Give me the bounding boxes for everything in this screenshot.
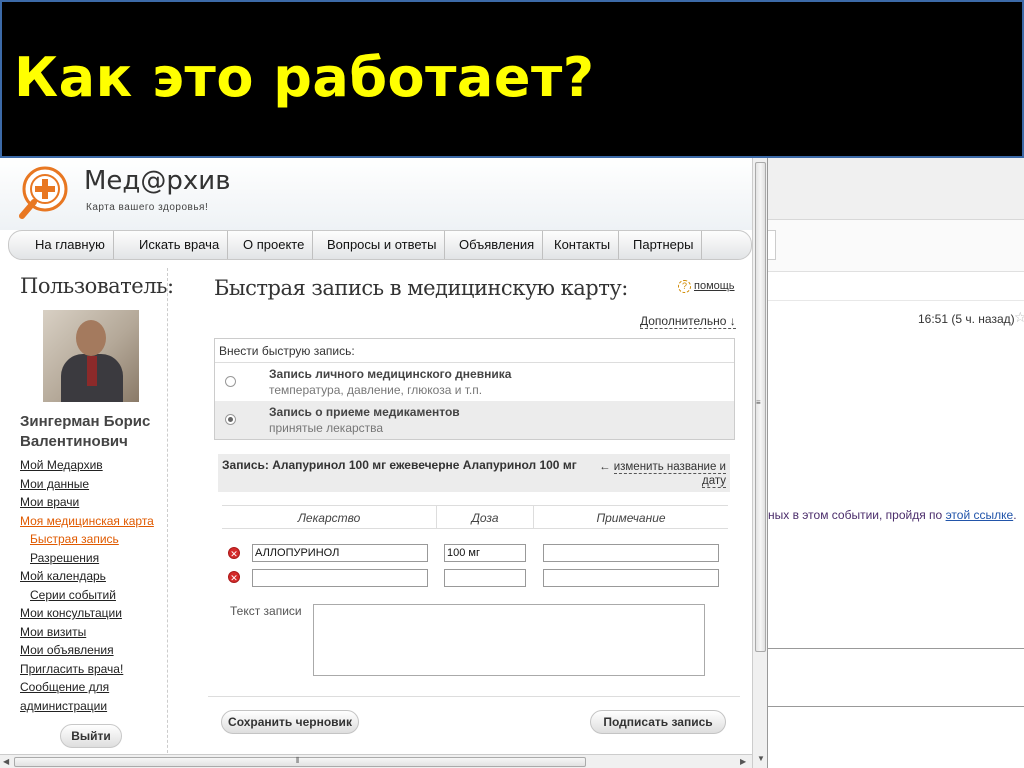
sidebar-item[interactable]: Быстрая запись (20, 530, 165, 549)
option-desc: принятые лекарства (269, 421, 384, 435)
sidebar-item[interactable]: Серии событий (20, 586, 165, 605)
divider (768, 300, 1024, 301)
avatar-head (76, 320, 106, 356)
horizontal-scrollbar[interactable]: ◀ ⦀ ▶ (0, 754, 752, 768)
dose-input[interactable] (444, 569, 526, 587)
slide-title-bar: Как это работает? (0, 0, 1024, 158)
dose-input[interactable] (444, 544, 526, 562)
magnifier-plus-icon[interactable] (18, 166, 72, 220)
sidebar-item[interactable]: Мои консультации (20, 604, 165, 623)
sidebar-item[interactable]: Мой Медархив (20, 456, 165, 475)
option-diary[interactable]: Запись личного медицинского дневника тем… (215, 363, 734, 401)
background-tabbar (768, 220, 1024, 272)
change-title-link[interactable]: ← изменить название и дату (586, 460, 726, 488)
scroll-thumb[interactable] (14, 757, 586, 767)
note-input[interactable] (543, 569, 719, 587)
avatar (43, 310, 139, 402)
help-link[interactable]: ? помощь (678, 280, 735, 293)
help-icon: ? (678, 280, 691, 293)
site-header: Мед@рхив Карта вашего здоровья! (0, 158, 752, 230)
divider (208, 696, 740, 697)
star-icon[interactable]: ☆ (1014, 309, 1024, 326)
option-title: Запись личного медицинского дневника (269, 367, 512, 381)
nav-ads[interactable]: Объявления (451, 231, 544, 259)
change-arrow: ← (599, 461, 611, 473)
medarchive-page: Мед@рхив Карта вашего здоровья! На главн… (0, 158, 768, 768)
message-link[interactable]: этой ссылке (946, 508, 1014, 522)
grip-icon: ≡ (756, 398, 761, 407)
sign-entry-button[interactable]: Подписать запись (590, 710, 726, 734)
sidebar-item[interactable]: Пригласить врача! (20, 660, 165, 679)
drug-input[interactable] (252, 544, 428, 562)
avatar-tie (87, 356, 97, 386)
col-dose: Доза (437, 505, 533, 529)
nav-partners[interactable]: Партнеры (625, 231, 703, 259)
sidebar-item[interactable]: Мои визиты (20, 623, 165, 642)
background-toolbar (768, 158, 1024, 220)
nav-find-doctor[interactable]: Искать врача (131, 231, 229, 259)
save-draft-button[interactable]: Сохранить черновик (221, 710, 359, 734)
sidebar-item[interactable]: Мои врачи (20, 493, 165, 512)
sidebar-item[interactable]: Мой календарь (20, 567, 165, 586)
option-title: Запись о приеме медикаментов (269, 405, 460, 419)
background-window: 16:51 (5 ч. назад) ☆ ных в этом событии,… (768, 158, 1024, 768)
site-tagline: Карта вашего здоровья! (86, 202, 209, 213)
vertical-scrollbar[interactable]: ≡ ▼ (752, 158, 767, 768)
help-label: помощь (694, 280, 735, 292)
nav-home[interactable]: На главную (27, 231, 114, 259)
background-tab[interactable] (768, 230, 776, 260)
change-link-label: изменить название и дату (613, 461, 726, 488)
delete-row-icon[interactable]: ✕ (228, 547, 240, 559)
scroll-left-icon[interactable]: ◀ (3, 757, 9, 766)
main-content: Быстрая запись в медицинскую карту: ? пом… (168, 268, 752, 768)
radio-medication[interactable] (225, 414, 236, 425)
slide-title: Как это работает? (14, 46, 595, 109)
more-toggle[interactable]: Дополнительно ↓ (640, 314, 736, 329)
nav-contacts[interactable]: Контакты (546, 231, 620, 259)
main-nav: На главную Искать врача О проекте Вопрос… (8, 230, 752, 260)
delete-row-icon[interactable]: ✕ (228, 571, 240, 583)
logout-button[interactable]: Выйти (60, 724, 122, 748)
message-text: ных в этом событии, пройдя по (768, 508, 943, 522)
sidebar-heading: Пользователь: (20, 274, 174, 298)
quick-entry-box: Внести быструю запись: Запись личного ме… (214, 338, 735, 440)
sidebar: Пользователь: Зингерман Борис Валентинов… (0, 268, 174, 768)
option-medication[interactable]: Запись о приеме медикаментов принятые ле… (215, 401, 734, 439)
background-message: ных в этом событии, пройдя по этой ссылк… (768, 508, 1017, 522)
note-input[interactable] (543, 544, 719, 562)
sidebar-item[interactable]: Моя медицинская карта (20, 512, 165, 531)
sidebar-item[interactable]: Разрешения (20, 549, 165, 568)
entry-title: Запись: Алапуринол 100 мг ежевечерне Ала… (222, 458, 577, 472)
scroll-right-icon[interactable]: ▶ (740, 757, 746, 766)
sidebar-item[interactable]: Мои объявления (20, 641, 165, 660)
grip-icon: ⦀ (296, 756, 300, 765)
scroll-down-icon[interactable]: ▼ (757, 754, 765, 763)
divider (768, 648, 1024, 649)
col-note: Примечание (534, 505, 728, 529)
message-suffix: . (1013, 508, 1017, 522)
notes-textarea[interactable] (313, 604, 705, 676)
page-title: Быстрая запись в медицинскую карту: (214, 276, 628, 300)
radio-diary[interactable] (225, 376, 236, 387)
nav-faq[interactable]: Вопросы и ответы (319, 231, 446, 259)
divider (768, 706, 1024, 707)
quick-entry-header: Внести быструю запись: (215, 339, 734, 363)
drug-input[interactable] (252, 569, 428, 587)
sidebar-menu: Мой Медархив Мои данные Мои врачи Моя медиц… (20, 456, 165, 715)
user-name: Зингерман Борис Валентинович (20, 413, 151, 450)
medication-table: Лекарство Доза Примечание ✕ ✕ (222, 505, 728, 587)
site-name[interactable]: Мед@рхив (84, 166, 231, 196)
option-desc: температура, давление, глюкоза и т.п. (269, 383, 483, 397)
sidebar-item[interactable]: Мои данные (20, 475, 165, 494)
entry-header: Запись: Алапуринол 100 мг ежевечерне Ала… (218, 454, 730, 492)
sidebar-item[interactable]: Сообщение для администрации (20, 678, 165, 715)
scroll-thumb[interactable] (755, 162, 766, 652)
nav-about[interactable]: О проекте (235, 231, 314, 259)
notes-label: Текст записи (230, 604, 302, 618)
message-time: 16:51 (5 ч. назад) (918, 312, 1015, 326)
col-drug: Лекарство (222, 505, 436, 529)
